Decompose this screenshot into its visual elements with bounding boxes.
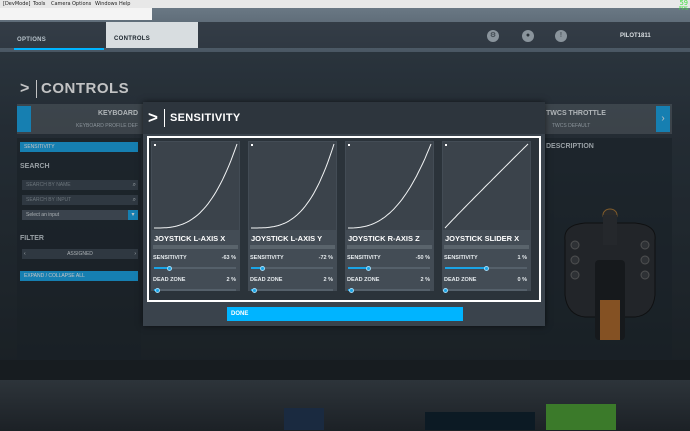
tab-controls-label: CONTROLS (114, 36, 151, 42)
dev-menu-windows[interactable]: Windows (95, 1, 117, 7)
dev-menu-help[interactable]: Help (119, 1, 130, 7)
sensitivity-value: -50 % (415, 255, 430, 261)
sensitivity-label: SENSITIVITY (347, 255, 381, 261)
fps-counter: 59 FPS (679, 0, 688, 12)
dead-zone-slider-handle[interactable] (251, 287, 257, 293)
sensitivity-curve-graph (443, 142, 530, 230)
sensitivity-slider-handle[interactable] (366, 265, 371, 271)
pilot-name[interactable]: PILOT1811 (620, 33, 651, 39)
modal-title-divider (164, 109, 165, 127)
modal-title: SENSITIVITY (170, 112, 241, 124)
dev-menu-camera[interactable]: Camera (51, 1, 71, 7)
settings-icon[interactable]: ⚙ (487, 30, 499, 42)
sensitivity-label: SENSITIVITY (153, 255, 187, 261)
dead-zone-slider[interactable] (154, 289, 236, 291)
dev-menu-bar: [DevMode] Tools Camera Options Windows H… (0, 0, 690, 8)
dev-menu-tools[interactable]: Tools (33, 1, 45, 7)
cockpit-display-left (284, 408, 324, 430)
dead-zone-slider-handle[interactable] (348, 287, 354, 293)
sensitivity-slider-fill (445, 267, 487, 269)
curve-svg (348, 143, 432, 229)
dead-zone-value: 2 % (420, 277, 430, 283)
tab-options[interactable]: OPTIONS (14, 28, 104, 50)
dead-zone-label: DEAD ZONE (444, 277, 477, 283)
curve-svg (154, 143, 238, 229)
done-button[interactable]: DONE (227, 307, 463, 321)
sensitivity-slider-handle[interactable] (483, 265, 489, 271)
dead-zone-slider[interactable] (251, 289, 333, 291)
dead-zone-value: 0 % (517, 277, 527, 283)
axis-input-indicator (250, 245, 335, 249)
sensitivity-value: -63 % (221, 255, 236, 261)
curve-svg (251, 143, 335, 229)
curve-svg (444, 143, 529, 229)
sensitivity-slider-handle[interactable] (259, 265, 265, 271)
sensitivity-label: SENSITIVITY (250, 255, 284, 261)
dev-menu-options[interactable]: Options (72, 1, 91, 7)
cockpit-display-right (546, 404, 616, 430)
sensitivity-curve-graph (249, 142, 336, 230)
sensitivity-label: SENSITIVITY (444, 255, 478, 261)
dead-zone-slider[interactable] (445, 289, 527, 291)
axis-name: JOYSTICK L-AXIS Y (251, 234, 323, 243)
background-highlight (0, 8, 152, 20)
dead-zone-slider[interactable] (348, 289, 430, 291)
dead-zone-label: DEAD ZONE (347, 277, 380, 283)
axis-input-indicator (347, 245, 432, 249)
cockpit-display-center (425, 412, 535, 430)
fps-unit: FPS (678, 6, 688, 12)
bottom-bar (0, 360, 690, 380)
sensitivity-curve-graph (346, 142, 433, 230)
dead-zone-label: DEAD ZONE (153, 277, 186, 283)
axis-name: JOYSTICK R-AXIS Z (348, 234, 420, 243)
dead-zone-value: 2 % (226, 277, 236, 283)
sensitivity-curve-line (348, 143, 432, 229)
axis-name: JOYSTICK SLIDER X (445, 234, 520, 243)
sensitivity-slider-handle[interactable] (166, 265, 172, 271)
sensitivity-value: 1 % (517, 255, 527, 261)
dead-zone-slider-handle[interactable] (154, 287, 160, 293)
dead-zone-slider-handle[interactable] (442, 287, 448, 293)
axis-name: JOYSTICK L-AXIS X (154, 234, 226, 243)
axis-input-indicator (444, 245, 529, 249)
dead-zone-value: 2 % (323, 277, 333, 283)
dev-menu-devmode[interactable]: [DevMode] (3, 1, 30, 7)
sensitivity-curve-line (251, 143, 335, 229)
sensitivity-curve-line (154, 143, 238, 229)
sensitivity-value: -72 % (318, 255, 333, 261)
profile-icon[interactable]: ● (522, 30, 534, 42)
sensitivity-slider[interactable] (348, 267, 430, 269)
modal-chevron-icon: > (148, 108, 158, 127)
sensitivity-curve-graph (152, 142, 239, 230)
tab-controls[interactable]: CONTROLS (106, 22, 198, 48)
tab-options-label: OPTIONS (17, 37, 47, 43)
dead-zone-label: DEAD ZONE (250, 277, 283, 283)
sensitivity-curve-line (444, 143, 529, 229)
notifications-icon[interactable]: ! (555, 30, 567, 42)
axis-input-indicator (153, 245, 238, 249)
